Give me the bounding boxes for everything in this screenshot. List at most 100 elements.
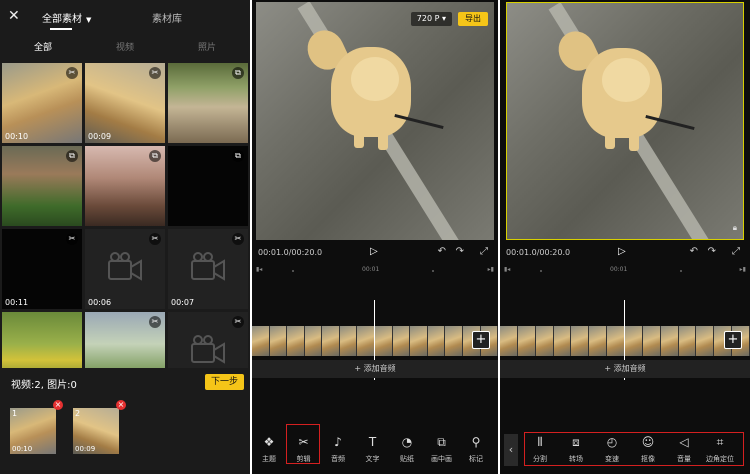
picker-header: ✕ 全部素材 ▼ 素材库	[0, 0, 250, 34]
filmstrip-frame	[553, 326, 572, 356]
filmstrip-frame	[589, 326, 608, 356]
tool-label: 贴纸	[400, 455, 414, 463]
filmstrip-frame	[500, 326, 518, 356]
crop-icon[interactable]: ⧉	[149, 150, 161, 162]
media-thumb[interactable]: ⧉	[85, 146, 165, 226]
add-audio-button[interactable]: + 添加音频	[500, 360, 750, 378]
redo-icon[interactable]: ↷	[456, 246, 464, 257]
playback-controls: 00:01.0/00:20.0 ▷ ↶ ↷ ⤢	[500, 246, 750, 260]
scissors-icon[interactable]: ✂	[232, 233, 244, 245]
fullscreen-icon[interactable]: ⤢	[480, 246, 488, 257]
tool-label: 标记	[469, 455, 483, 463]
add-clip-button[interactable]: +	[472, 331, 490, 349]
tool-pip[interactable]: ⧉ 画中画	[426, 434, 458, 464]
filter-all[interactable]: 全部	[34, 40, 52, 53]
add-audio-button[interactable]: + 添加音频	[252, 360, 498, 378]
filmstrip-frame	[535, 326, 554, 356]
crop-icon[interactable]: ⧉	[66, 150, 78, 162]
preview-dog-head	[351, 57, 399, 101]
tool-label: 文字	[365, 455, 380, 463]
remove-clip-1-icon[interactable]: ×	[53, 400, 63, 410]
media-thumb[interactable]: ⧉	[168, 63, 248, 143]
filter-row: 全部 视频 照片	[0, 40, 250, 56]
undo-icon[interactable]: ↶	[438, 246, 446, 257]
preview-dog-head	[602, 58, 650, 102]
add-clip-button[interactable]: +	[724, 331, 742, 349]
tab-all-material[interactable]: 全部素材 ▼	[42, 10, 91, 25]
ruler-mark: 00:01	[362, 266, 380, 273]
filmstrip-frame	[304, 326, 323, 356]
filter-video[interactable]: 视频	[116, 40, 134, 53]
next-button[interactable]: 下一步	[205, 374, 244, 390]
tool-marker[interactable]: ⚲ 标记	[460, 434, 492, 464]
play-icon[interactable]: ▷	[618, 246, 626, 257]
selected-clip-number: 2	[75, 409, 81, 418]
fullscreen-icon[interactable]: ⤢	[732, 246, 740, 257]
media-thumb[interactable]: ✂ 00:09	[85, 63, 165, 143]
back-icon[interactable]: ‹	[504, 434, 518, 466]
filmstrip-frame	[269, 326, 288, 356]
text-icon: T	[368, 435, 377, 449]
filmstrip-frame	[287, 326, 305, 356]
chevron-down-icon: ▾	[441, 14, 446, 23]
undo-icon[interactable]: ↶	[690, 246, 698, 257]
scissors-icon[interactable]: ✂	[149, 233, 161, 245]
video-preview[interactable]: 720 P ▾ 导出	[256, 2, 494, 240]
tab-all-material-label: 全部素材	[42, 14, 82, 25]
media-picker-panel: ✕ 全部素材 ▼ 素材库 全部 视频 照片 ✂ 00:10 ✂ 00:09 ⧉ ⧉ ⧉ ⧉ ✂ 00…	[0, 0, 250, 474]
video-placeholder-icon	[105, 249, 145, 289]
filmstrip-frame	[410, 326, 428, 356]
tab-material-library[interactable]: 素材库	[152, 10, 182, 25]
selected-clip-2[interactable]: 2 00:09	[73, 408, 119, 454]
play-icon[interactable]: ▷	[370, 246, 378, 257]
media-thumb[interactable]: ⧉	[2, 146, 82, 226]
crop-icon[interactable]: ⧉	[232, 67, 244, 79]
media-thumb[interactable]: ⧉	[168, 146, 248, 226]
tool-text[interactable]: T 文字	[357, 434, 389, 464]
media-thumb[interactable]: ✂ 00:07	[168, 229, 248, 309]
highlight-box-tools	[524, 432, 744, 466]
highlight-box-edit	[286, 424, 320, 464]
remove-clip-2-icon[interactable]: ×	[116, 400, 126, 410]
scissors-icon[interactable]: ✂	[149, 67, 161, 79]
filmstrip-frame	[252, 326, 270, 356]
redo-icon[interactable]: ↷	[708, 246, 716, 257]
close-icon[interactable]: ✕	[8, 8, 20, 24]
media-thumb[interactable]: ✂ 00:10	[2, 63, 82, 143]
music-icon: ♪	[334, 435, 342, 449]
ruler-start-icon: ▮◂	[256, 266, 263, 273]
video-placeholder-icon	[188, 249, 228, 289]
tool-music[interactable]: ♪ 音频	[322, 434, 354, 464]
media-thumb[interactable]: ✂ 00:06	[85, 229, 165, 309]
video-track[interactable]	[500, 326, 750, 356]
video-preview[interactable]: 🔒︎	[506, 2, 744, 240]
preview-dog-leg	[605, 123, 615, 149]
scissors-icon[interactable]: ✂	[232, 316, 244, 328]
editor-panel-edit: 🔒︎ 00:01.0/00:20.0 ▷ ↶ ↷ ⤢ ▮◂ 00:01 ▸▮ +…	[500, 0, 750, 474]
media-thumb[interactable]: ✂ 00:11	[2, 229, 82, 309]
scissors-icon[interactable]: ✂	[66, 67, 78, 79]
export-button[interactable]: 导出	[458, 12, 488, 26]
tool-theme[interactable]: ❖ 主题	[253, 434, 285, 464]
scissors-icon[interactable]: ✂	[66, 233, 78, 245]
filter-photo[interactable]: 照片	[198, 40, 216, 53]
video-placeholder-icon	[188, 332, 228, 372]
filmstrip-frame	[625, 326, 643, 356]
resolution-label: 720 P	[416, 14, 440, 23]
selected-clip-duration: 00:09	[75, 445, 96, 453]
tool-sticker[interactable]: ◔ 贴纸	[391, 434, 423, 464]
selected-clip-1[interactable]: 1 00:10	[10, 408, 56, 454]
selected-clip-number: 1	[12, 409, 18, 418]
crop-icon[interactable]: ⧉	[232, 150, 244, 162]
scissors-icon[interactable]: ✂	[149, 316, 161, 328]
filmstrip-frame	[357, 326, 376, 356]
lock-icon[interactable]: 🔒︎	[733, 223, 737, 233]
filmstrip-frame	[696, 326, 715, 356]
theme-icon: ❖	[263, 435, 275, 449]
preview-dog-leg	[629, 125, 639, 151]
video-track[interactable]	[252, 326, 498, 356]
pip-icon: ⧉	[437, 435, 446, 449]
tool-label: 主题	[262, 455, 276, 463]
ruler-mark: 00:01	[610, 266, 628, 273]
resolution-select[interactable]: 720 P ▾	[410, 12, 452, 26]
